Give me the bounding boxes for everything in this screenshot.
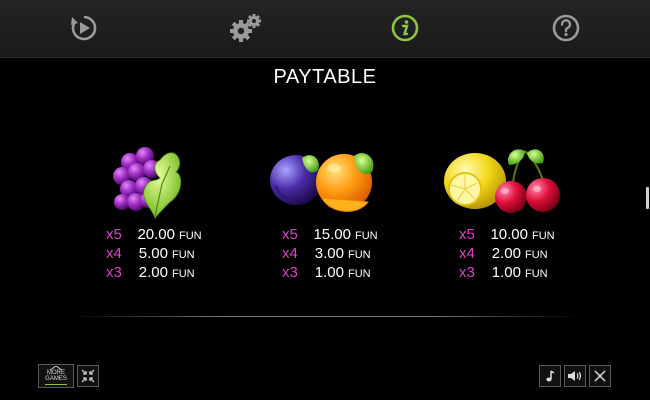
multiplier-label: x4: [282, 245, 298, 262]
music-button[interactable]: [539, 365, 561, 387]
payout-amount: 2.00: [138, 264, 168, 281]
more-games-button[interactable]: MORE GAMES: [38, 364, 74, 388]
pay-row: x4 3.00 FUN: [282, 245, 371, 263]
payout-amount: 1.00: [491, 264, 521, 281]
home-roof-icon: [49, 366, 63, 370]
currency-label: FUN: [348, 268, 371, 280]
more-games-label-line2: GAMES: [45, 376, 67, 382]
info-icon: [391, 14, 419, 42]
payout-amount: 15.00: [313, 226, 351, 243]
help-button[interactable]: [550, 12, 582, 44]
pay-row: x5 20.00 FUN: [106, 226, 202, 244]
help-icon: [552, 14, 580, 42]
paytable-title: PAYTABLE: [273, 66, 377, 88]
multiplier-label: x5: [106, 226, 122, 243]
close-icon: [594, 370, 606, 382]
currency-label: FUN: [179, 230, 202, 242]
section-divider: [70, 316, 580, 317]
pay-row: x5 10.00 FUN: [459, 226, 555, 244]
payout-amount: 1.00: [314, 264, 344, 281]
multiplier-label: x4: [459, 245, 475, 262]
payout-amount: 20.00: [137, 226, 175, 243]
minimize-arrows-icon: [81, 369, 95, 383]
payout-amount: 2.00: [491, 245, 521, 262]
fullscreen-exit-button[interactable]: [77, 365, 99, 387]
replay-button[interactable]: [68, 12, 100, 44]
multiplier-label: x5: [282, 226, 298, 243]
currency-label: FUN: [532, 230, 555, 242]
music-note-icon: [546, 370, 555, 382]
sound-button[interactable]: [564, 365, 586, 387]
pay-row: x3 1.00 FUN: [282, 264, 371, 282]
multiplier-label: x4: [106, 245, 122, 262]
more-games-underline: [45, 384, 67, 385]
multiplier-label: x5: [459, 226, 475, 243]
pay-row: x4 5.00 FUN: [106, 245, 195, 263]
multiplier-label: x3: [106, 264, 122, 281]
pay-row: x3 1.00 FUN: [459, 264, 548, 282]
currency-label: FUN: [525, 249, 548, 261]
top-toolbar: [0, 0, 650, 58]
currency-label: FUN: [172, 249, 195, 261]
pay-row: x4 2.00 FUN: [459, 245, 548, 263]
currency-label: FUN: [348, 249, 371, 261]
currency-label: FUN: [355, 230, 378, 242]
multiplier-label: x3: [459, 264, 475, 281]
settings-gears-icon: [230, 14, 261, 42]
plum-orange-symbol-icon: [270, 153, 374, 212]
currency-label: FUN: [172, 268, 195, 280]
info-button[interactable]: [389, 12, 421, 44]
multiplier-label: x3: [282, 264, 298, 281]
lemon-cherries-symbol-icon: [444, 149, 560, 213]
payout-amount: 5.00: [138, 245, 168, 262]
grapes-symbol-icon: [113, 147, 182, 219]
pay-row: x5 15.00 FUN: [282, 226, 378, 244]
payout-amount: 10.00: [490, 226, 528, 243]
pay-row: x3 2.00 FUN: [106, 264, 195, 282]
scrollbar-thumb[interactable]: [646, 187, 649, 209]
replay-icon: [71, 15, 97, 41]
payout-amount: 3.00: [314, 245, 344, 262]
close-button[interactable]: [589, 365, 611, 387]
speaker-icon: [568, 371, 582, 381]
currency-label: FUN: [525, 268, 548, 280]
settings-button[interactable]: [228, 12, 264, 44]
